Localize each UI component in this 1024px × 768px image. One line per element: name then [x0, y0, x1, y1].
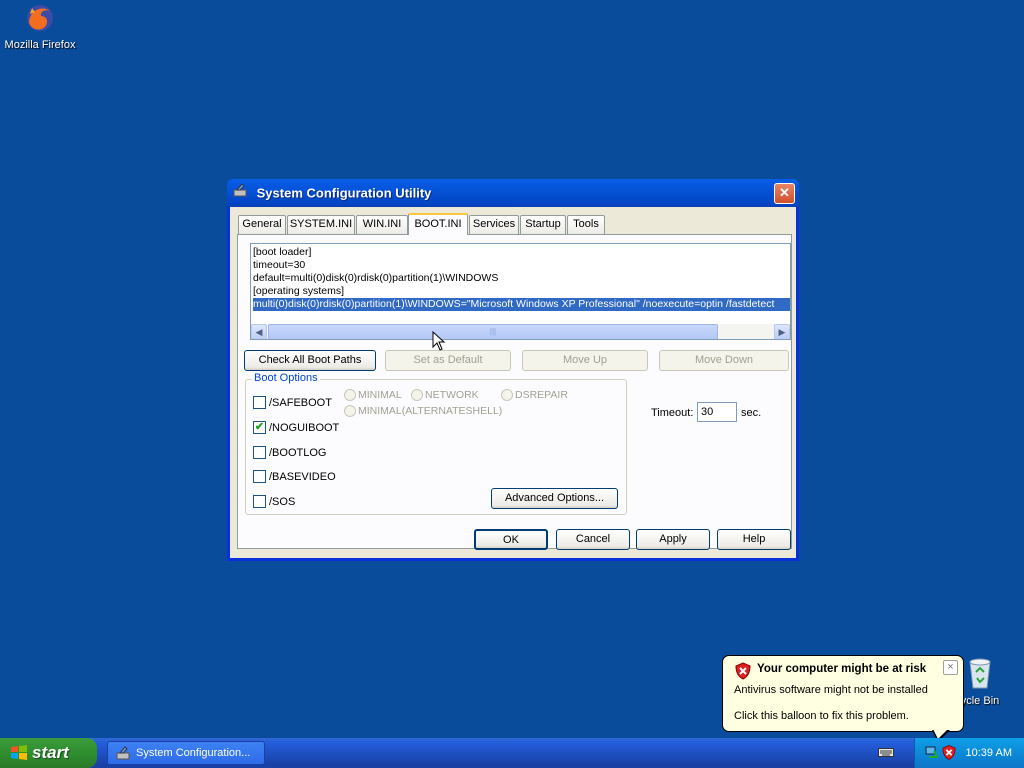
minimal-alternateshell-radio[interactable]: MINIMAL(ALTERNATESHELL): [344, 405, 503, 418]
dsrepair-radio[interactable]: DSREPAIR: [501, 389, 568, 402]
firefox-icon: [27, 5, 53, 31]
radio-label: NETWORK: [425, 389, 479, 402]
noguiboot-checkbox[interactable]: ✔/NOGUIBOOT: [253, 421, 339, 435]
start-label: start: [32, 743, 69, 762]
msconfig-app-icon: [233, 180, 249, 208]
balloon-action-text[interactable]: Click this balloon to fix this problem.: [734, 710, 909, 722]
taskbar: start System Configuration... 10:39 AM: [0, 738, 1024, 768]
apply-button[interactable]: Apply: [636, 529, 710, 550]
boot-options-legend: Boot Options: [252, 372, 320, 384]
window-titlebar[interactable]: System Configuration Utility ✕: [227, 179, 799, 207]
close-button[interactable]: ✕: [774, 183, 795, 204]
keyboard-icon[interactable]: [878, 746, 894, 758]
radio-dot[interactable]: [501, 389, 513, 402]
tab-tools[interactable]: Tools: [567, 215, 605, 234]
boot-ini-line-selected[interactable]: multi(0)disk(0)rdisk(0)partition(1)\WIND…: [253, 298, 790, 311]
taskbar-item-system-configuration[interactable]: System Configuration...: [107, 741, 265, 765]
cancel-button[interactable]: Cancel: [556, 529, 630, 550]
timeout-input[interactable]: [697, 402, 737, 422]
checkmark-icon[interactable]: ✔: [253, 421, 266, 434]
mouse-cursor-icon: [432, 331, 446, 351]
balloon-message: Antivirus software might not be installe…: [734, 684, 928, 696]
arrow-left-icon: ◀: [255, 327, 263, 337]
boot-ini-line[interactable]: [boot loader]: [253, 246, 311, 259]
set-as-default-button[interactable]: Set as Default: [385, 350, 511, 371]
checkbox-box[interactable]: [253, 446, 266, 459]
radio-label: DSREPAIR: [515, 389, 568, 402]
tab-services[interactable]: Services: [469, 215, 519, 234]
tab-startup[interactable]: Startup: [520, 215, 566, 234]
radio-dot[interactable]: [344, 389, 356, 402]
network-tray-icon[interactable]: [924, 745, 940, 761]
checkbox-box[interactable]: [253, 396, 266, 409]
window-title: System Configuration Utility: [256, 185, 432, 201]
tab-system-ini[interactable]: SYSTEM.INI: [287, 215, 355, 234]
safeboot-checkbox[interactable]: /SAFEBOOT: [253, 396, 332, 410]
checkbox-box[interactable]: [253, 495, 266, 508]
network-radio[interactable]: NETWORK: [411, 389, 479, 402]
start-button[interactable]: start: [0, 738, 97, 768]
desktop-icon-firefox[interactable]: Mozilla Firefox: [0, 2, 80, 51]
checkbox-label: /SOS: [269, 495, 296, 508]
radio-dot[interactable]: [344, 405, 356, 418]
check-all-boot-paths-button[interactable]: Check All Boot Paths: [244, 350, 376, 371]
boot-ini-line[interactable]: [operating systems]: [253, 285, 344, 298]
checkbox-label: /SAFEBOOT: [269, 396, 332, 409]
scroll-left-button[interactable]: ◀: [251, 324, 267, 339]
boot-ini-line[interactable]: timeout=30: [253, 259, 305, 272]
balloon-title: Your computer might be at risk: [757, 663, 927, 675]
clock[interactable]: 10:39 AM: [966, 738, 1012, 768]
taskbar-item-label: System Configuration...: [136, 747, 251, 759]
checkbox-label: /BOOTLOG: [269, 446, 327, 459]
recycle-bin-icon: [969, 658, 991, 689]
boot-ini-panel: [boot loader] timeout=30 default=multi(0…: [237, 234, 792, 549]
security-shield-icon: [735, 662, 751, 680]
ok-button[interactable]: OK: [474, 529, 548, 550]
tab-boot-ini[interactable]: BOOT.INI: [408, 213, 468, 235]
msconfig-app-icon: [116, 746, 130, 760]
security-balloon[interactable]: Your computer might be at risk Antivirus…: [722, 655, 964, 732]
close-icon: ✕: [779, 185, 790, 200]
system-configuration-window: System Configuration Utility ✕ General S…: [227, 179, 799, 561]
windows-logo-icon: [11, 745, 27, 760]
move-down-button[interactable]: Move Down: [659, 350, 789, 371]
advanced-options-button[interactable]: Advanced Options...: [491, 488, 618, 509]
system-tray: 10:39 AM: [914, 738, 1024, 768]
security-alert-tray-icon[interactable]: [942, 744, 956, 761]
window-client-area: General SYSTEM.INI WIN.INI BOOT.INI Serv…: [230, 207, 796, 558]
timeout-unit-label: sec.: [741, 407, 762, 419]
balloon-close-button[interactable]: ×: [943, 660, 958, 675]
help-button[interactable]: Help: [717, 529, 791, 550]
arrow-right-icon: ▶: [778, 327, 786, 337]
checkbox-label: /NOGUIBOOT: [269, 421, 340, 434]
horizontal-scrollbar[interactable]: ◀ ||| ▶: [251, 324, 790, 339]
minimal-radio[interactable]: MINIMAL: [344, 389, 402, 402]
desktop-icon-label: Mozilla Firefox: [4, 39, 76, 51]
checkbox-label: /BASEVIDEO: [269, 470, 336, 483]
scroll-right-button[interactable]: ▶: [774, 324, 790, 339]
sos-checkbox[interactable]: /SOS: [253, 495, 295, 509]
grip-icon: |||: [489, 327, 497, 336]
tab-general[interactable]: General: [238, 215, 286, 234]
radio-dot[interactable]: [411, 389, 423, 402]
boot-ini-line[interactable]: default=multi(0)disk(0)rdisk(0)partition…: [253, 272, 498, 285]
timeout-label: Timeout:: [651, 407, 694, 419]
radio-label: MINIMAL: [358, 389, 402, 402]
boot-ini-textbox[interactable]: [boot loader] timeout=30 default=multi(0…: [250, 243, 791, 340]
basevideo-checkbox[interactable]: /BASEVIDEO: [253, 470, 336, 484]
checkbox-box[interactable]: [253, 470, 266, 483]
scrollbar-thumb[interactable]: |||: [268, 324, 718, 339]
bootlog-checkbox[interactable]: /BOOTLOG: [253, 446, 326, 460]
move-up-button[interactable]: Move Up: [522, 350, 648, 371]
tab-win-ini[interactable]: WIN.INI: [356, 215, 408, 234]
close-icon: ×: [947, 661, 954, 673]
radio-label: MINIMAL(ALTERNATESHELL): [358, 405, 503, 418]
boot-options-group: Boot Options /SAFEBOOT ✔/NOGUIBOOT /BOOT…: [245, 372, 627, 515]
